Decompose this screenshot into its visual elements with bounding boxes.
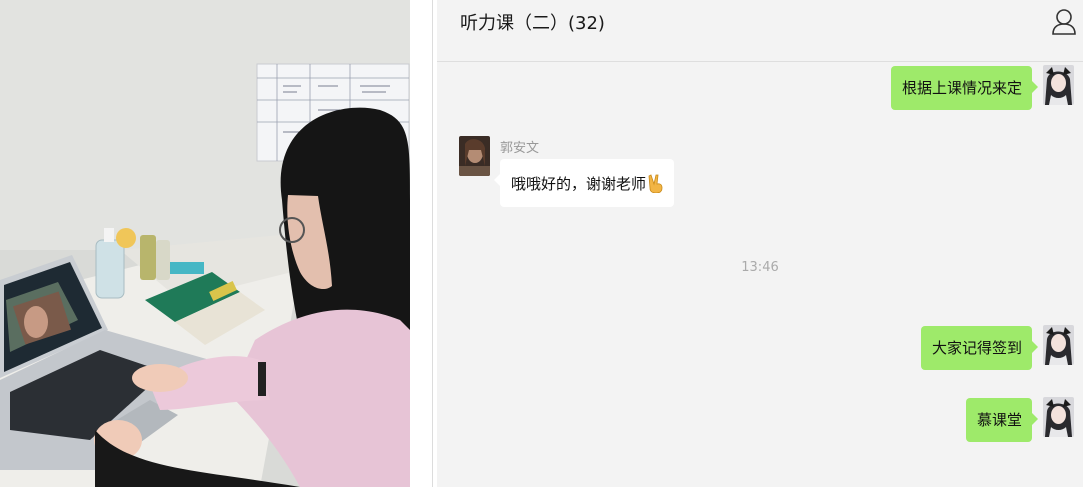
victory-hand-emoji bbox=[648, 173, 664, 194]
message-text: 慕课堂 bbox=[976, 411, 1022, 429]
student-at-laptop-photo bbox=[0, 0, 410, 487]
sender-avatar[interactable] bbox=[459, 136, 490, 176]
message-bubble-mine[interactable]: 大家记得签到 bbox=[920, 326, 1039, 370]
message-text: 根据上课情况来定 bbox=[901, 79, 1022, 97]
message-text: 大家记得签到 bbox=[931, 339, 1022, 357]
person-outline-icon[interactable] bbox=[1051, 8, 1077, 36]
chat-title: 听力课（二）(32) bbox=[460, 13, 605, 34]
my-avatar[interactable] bbox=[1043, 65, 1074, 105]
panel-divider bbox=[410, 0, 434, 487]
chat-header: 听力课（二）(32) bbox=[437, 0, 1083, 62]
sender-name: 郭安文 bbox=[500, 141, 540, 156]
timestamp-separator: 13:46 bbox=[741, 260, 779, 275]
group-chat-panel: 听力课（二）(32) 根据上课情况来定 郭安文 哦哦好的，谢谢老师 13:46 … bbox=[437, 0, 1083, 487]
message-text: 哦哦好的，谢谢老师 bbox=[511, 175, 647, 193]
message-bubble-theirs[interactable]: 哦哦好的，谢谢老师 bbox=[493, 159, 675, 207]
message-bubble-mine[interactable]: 根据上课情况来定 bbox=[890, 66, 1039, 110]
message-bubble-mine[interactable]: 慕课堂 bbox=[965, 398, 1039, 442]
my-avatar[interactable] bbox=[1043, 397, 1074, 437]
my-avatar[interactable] bbox=[1043, 325, 1074, 365]
